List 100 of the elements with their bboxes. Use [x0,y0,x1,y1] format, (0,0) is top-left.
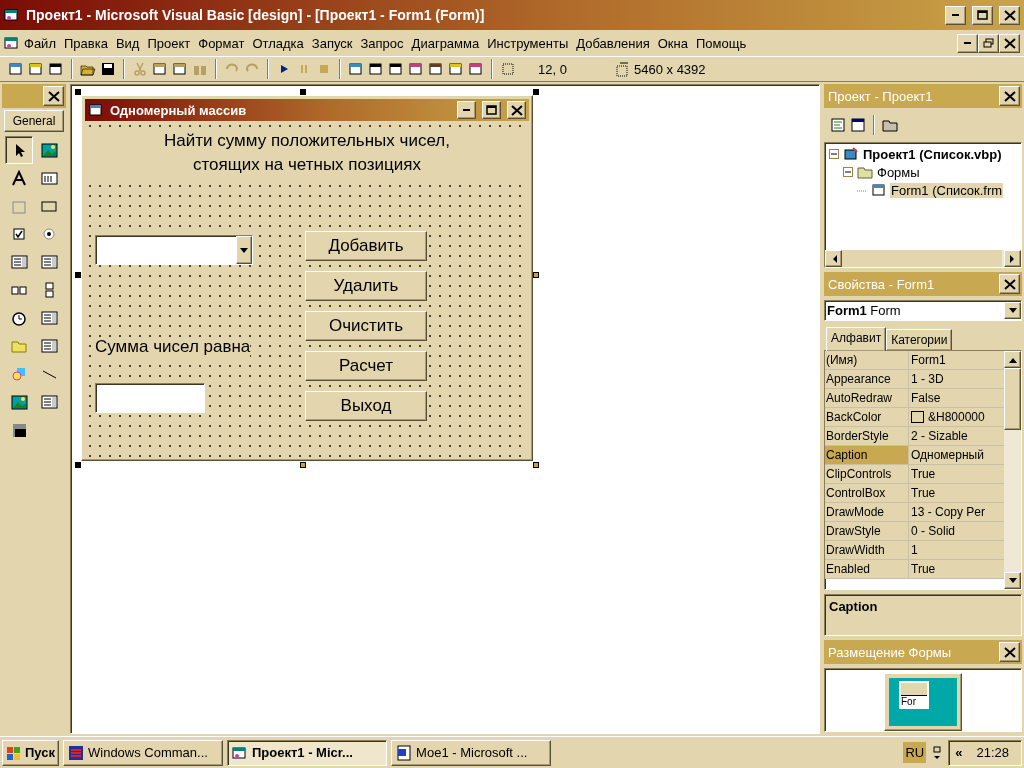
command-button[interactable]: Выход [305,391,427,421]
property-value[interactable]: False [909,389,1004,407]
shapes-icon[interactable] [10,365,28,383]
view-code-icon[interactable] [830,117,846,133]
resize-handle[interactable] [533,272,539,278]
tab[interactable]: Категории [886,329,953,350]
close-button[interactable] [43,86,64,106]
menu-item[interactable]: Формат [194,35,249,51]
object-selector[interactable]: Form1 Form [824,300,1022,321]
menu-item[interactable]: Добавления [572,35,654,51]
label-icon[interactable] [10,169,28,187]
combobox-icon[interactable] [10,253,28,271]
menu-item[interactable]: Помощь [691,35,751,51]
property-name[interactable]: ClipControls [825,465,909,483]
form-icon[interactable] [8,61,24,77]
close-button[interactable] [507,101,526,119]
minimize-button[interactable] [957,33,978,53]
start-button[interactable]: Пуск [2,739,59,766]
tray-toggle[interactable]: « [955,745,963,760]
tree-item[interactable]: Формы [876,164,921,180]
scrollbar[interactable] [1004,351,1021,589]
menu-item[interactable]: Файл [20,35,60,51]
property-value[interactable]: 0 - Solid [909,522,1004,540]
number-combobox[interactable] [95,235,253,265]
property-name[interactable]: AutoRedraw [825,389,909,407]
property-name[interactable]: DrawStyle [825,522,909,540]
collapse-icon[interactable] [829,148,840,160]
close-button[interactable] [999,642,1020,662]
property-name[interactable]: Caption [825,446,909,464]
listbox-icon[interactable] [40,253,58,271]
resize-handle[interactable] [75,272,81,278]
property-value[interactable]: True [909,560,1004,578]
form-thumbnail-label[interactable]: For [901,695,927,707]
restore-button[interactable] [978,33,999,53]
maximize-button[interactable] [482,101,501,119]
dropdown-icon[interactable] [240,247,248,253]
property-value[interactable]: &H800000 [909,408,1004,426]
menu-item[interactable]: Диаграмма [407,35,484,51]
maximize-button[interactable] [972,5,993,25]
minimize-button[interactable] [945,5,966,25]
tab[interactable]: Алфавит [826,327,887,351]
close-button[interactable] [999,86,1020,106]
toolbox-tab[interactable]: General [4,110,64,132]
menu-item[interactable]: Проект [143,35,195,51]
checkbox-icon[interactable] [10,225,28,243]
collapse-icon[interactable] [843,166,854,178]
menu-item[interactable]: Вид [111,35,144,51]
folder-icon[interactable] [882,117,898,133]
command-button[interactable]: Удалить [305,271,427,301]
option-button-icon[interactable] [40,225,58,243]
menu-item[interactable]: Запуск [307,35,357,51]
menu-item[interactable]: Окна [653,35,692,51]
property-name[interactable]: Appearance [825,370,909,388]
textbox-icon[interactable] [40,169,58,187]
resize-handle[interactable] [300,462,306,468]
view-object-icon[interactable] [850,117,866,133]
timer-icon[interactable] [10,309,28,327]
resize-handle[interactable] [533,89,539,95]
property-name[interactable]: Enabled [825,560,909,578]
property-value[interactable]: 1 - 3D [909,370,1004,388]
property-name[interactable]: BackColor [825,408,909,426]
picture-icon[interactable] [40,141,58,159]
resize-handle[interactable] [75,462,81,468]
minimize-button[interactable] [457,101,476,119]
property-name[interactable]: BorderStyle [825,427,909,445]
resize-handle[interactable] [533,462,539,468]
property-value[interactable]: 13 - Copy Per [909,503,1004,521]
menu-item[interactable]: Инструменты [483,35,573,51]
resize-handle[interactable] [75,89,81,95]
menu-item[interactable]: Отладка [248,35,308,51]
taskbar-button[interactable]: Проект1 - Micr... [227,739,387,766]
close-button[interactable] [999,33,1020,53]
property-value[interactable]: True [909,465,1004,483]
close-button[interactable] [999,274,1020,294]
tree-item[interactable]: Проект1 (Список.vbp) [862,146,1003,162]
taskbar-button[interactable]: Windows Comman... [63,739,223,766]
property-name[interactable]: DrawMode [825,503,909,521]
resize-handle[interactable] [300,89,306,95]
tree-item[interactable]: Form1 (Список.frm [890,182,1004,198]
command-button[interactable]: Расчет [305,351,427,381]
app-icon [232,744,248,761]
menu-item[interactable]: Запрос [356,35,408,51]
command-button[interactable]: Очистить [305,311,427,341]
property-value[interactable]: 2 - Sizable [909,427,1004,445]
close-button[interactable] [999,5,1020,25]
taskbar-button[interactable]: Мое1 - Microsoft ... [391,739,551,766]
property-name[interactable]: DrawWidth [825,541,909,559]
save-icon[interactable] [100,61,116,77]
property-name[interactable]: ControlBox [825,484,909,502]
image-icon[interactable] [10,393,28,411]
property-value[interactable]: True [909,484,1004,502]
scrollbar[interactable] [825,250,1021,267]
property-value[interactable]: 1 [909,541,1004,559]
menu-item[interactable]: Правка [59,35,112,51]
property-name[interactable]: (Имя) [825,351,909,369]
property-value[interactable]: Form1 [909,351,1004,369]
language-indicator[interactable]: RU [903,742,927,763]
command-button[interactable]: Добавить [305,231,427,261]
property-value[interactable]: Одномерный [909,446,1004,464]
sum-textbox[interactable] [95,383,205,413]
